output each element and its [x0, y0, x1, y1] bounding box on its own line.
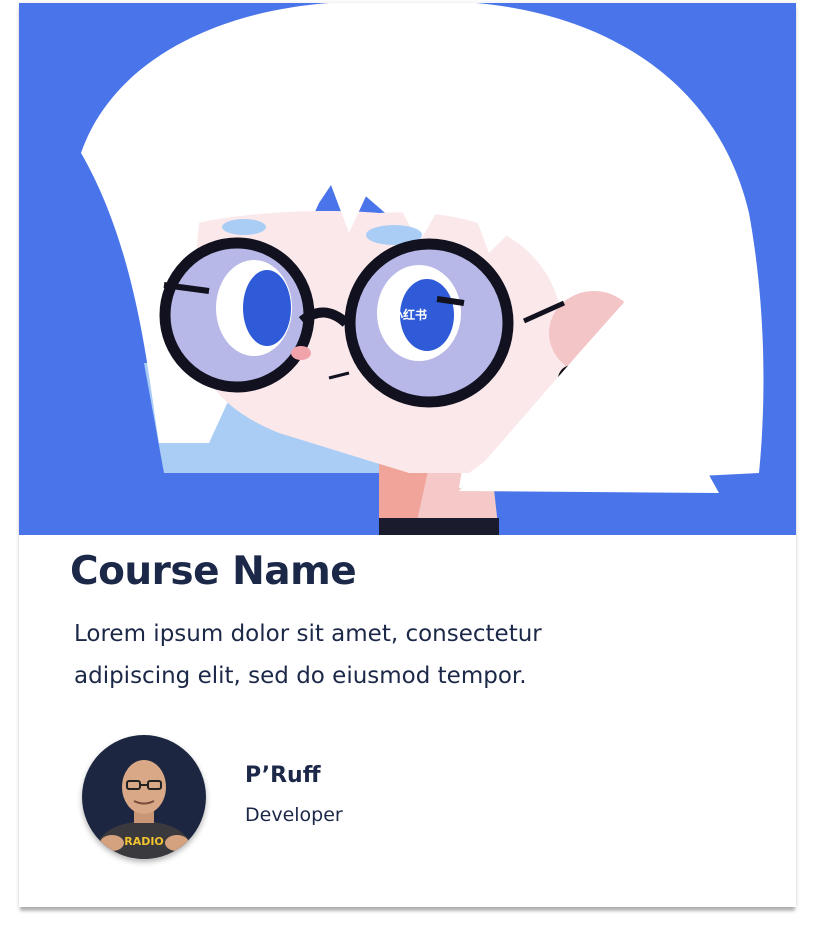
course-title: Course Name: [70, 549, 357, 594]
watermark-text: 小红书: [391, 307, 427, 322]
course-card[interactable]: 小红书 Course Name Lorem ipsum dolor sit am…: [19, 3, 796, 907]
cartoon-girl-illustration: 小红书: [19, 3, 796, 535]
author-photo: RADIO: [82, 735, 206, 859]
course-cover-image: 小红书: [19, 3, 796, 535]
author-name: P’Ruff: [245, 763, 321, 788]
avatar[interactable]: RADIO: [82, 735, 206, 859]
course-description: Lorem ipsum dolor sit amet, consectetur …: [74, 621, 542, 689]
shirt-text: RADIO: [124, 835, 164, 848]
author-role: Developer: [245, 804, 343, 826]
